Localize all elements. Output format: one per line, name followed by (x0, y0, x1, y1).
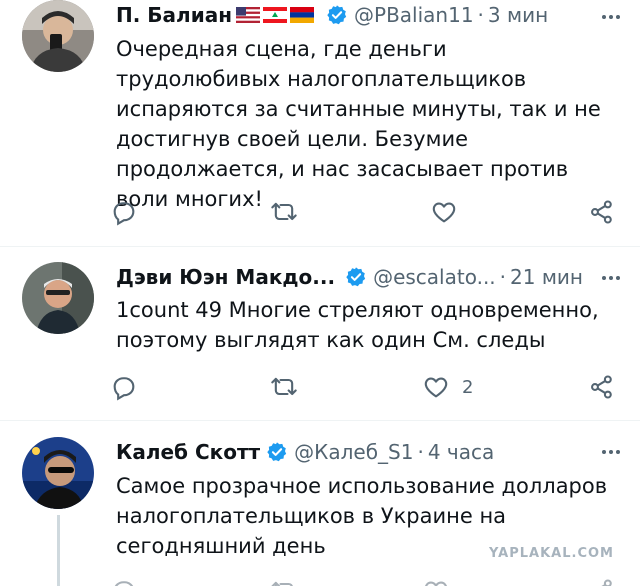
tweet-text: 1count 49 Многие стреляют одновременно, … (116, 298, 599, 352)
repost-icon (271, 202, 297, 221)
share-button[interactable] (588, 192, 616, 232)
tweet-header: Калеб Скотт @Калеб_S1 · 4 часа (116, 437, 620, 467)
more-options-icon[interactable] (598, 439, 624, 465)
avatar[interactable] (22, 262, 94, 334)
separator-dot: · (477, 3, 484, 27)
more-options-icon[interactable] (598, 265, 624, 291)
reply-button[interactable] (110, 367, 138, 407)
lebanon-flag-icon (263, 7, 288, 23)
heart-icon (424, 377, 448, 398)
reply-icon (113, 377, 135, 401)
action-bar (110, 571, 620, 586)
separator-dot: · (417, 440, 424, 464)
heart-icon (432, 202, 456, 223)
like-button[interactable] (422, 571, 450, 586)
repost-icon (271, 377, 297, 396)
author-name[interactable]: Калеб Скотт (116, 440, 260, 464)
timestamp[interactable]: 4 часа (428, 440, 494, 464)
repost-button[interactable] (270, 192, 298, 232)
action-bar (110, 192, 620, 232)
verified-badge-icon (267, 442, 287, 462)
reply-button[interactable] (110, 571, 138, 586)
share-button[interactable] (588, 571, 616, 586)
us-flag-icon (236, 7, 261, 23)
tweet-header: Дэви Юэн Макдо... @escalato... · 21 мин (116, 262, 620, 292)
flags (236, 7, 315, 23)
author-handle[interactable]: @PBalian11 (354, 3, 474, 27)
more-options-icon[interactable] (598, 4, 624, 30)
like-button[interactable] (430, 192, 470, 232)
author-name[interactable]: П. Балиан (116, 3, 232, 27)
separator-dot: · (499, 265, 507, 289)
reply-icon (114, 581, 134, 586)
share-icon (601, 579, 612, 586)
tweet-header: П. Балиан @PBalian11 · 3 мин (116, 0, 620, 30)
like-button[interactable]: 2 (422, 367, 473, 407)
tweet-text: Очередная сцена, где деньги трудолюбивых… (116, 37, 601, 211)
heart-icon (425, 581, 447, 586)
repost-icon (271, 581, 293, 586)
like-count: 2 (462, 376, 474, 398)
avatar[interactable] (22, 0, 94, 72)
reply-icon (113, 202, 135, 226)
verified-badge-icon (327, 5, 347, 25)
timestamp[interactable]: 3 мин (488, 3, 548, 27)
share-icon (591, 200, 612, 224)
repost-button[interactable] (270, 571, 298, 586)
reply-button[interactable] (110, 192, 138, 232)
repost-button[interactable] (270, 367, 298, 407)
action-bar: 2 (110, 367, 620, 407)
armenia-flag-icon (290, 7, 315, 23)
verified-badge-icon (346, 267, 366, 287)
share-button[interactable] (588, 367, 616, 407)
author-handle[interactable]: @Калеб_S1 (294, 440, 413, 464)
author-name[interactable]: Дэви Юэн Макдо... (116, 265, 335, 289)
tweet-1[interactable]: П. Балиан @PBalian11 · 3 мин Очередная с… (0, 0, 640, 246)
watermark: YAPLAKAL.COM (489, 546, 614, 561)
share-icon (591, 375, 612, 399)
author-handle[interactable]: @escalato... (373, 265, 496, 289)
tweet-2[interactable]: Дэви Юэн Макдо... @escalato... · 21 мин … (0, 247, 640, 420)
tweet-3[interactable]: Калеб Скотт @Калеб_S1 · 4 часа Самое про… (0, 421, 640, 586)
thread-line (57, 515, 60, 586)
timestamp[interactable]: 21 мин (510, 265, 583, 289)
avatar[interactable] (22, 437, 94, 509)
